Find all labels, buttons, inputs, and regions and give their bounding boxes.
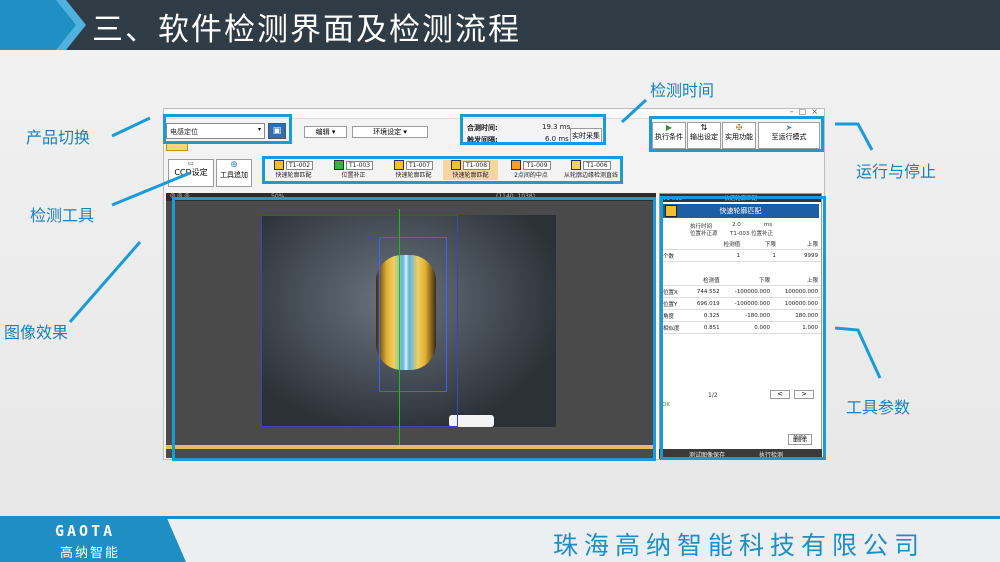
label-product-switch: 产品切换: [26, 128, 91, 147]
slide-footer: GAOTA 高纳智能 珠海高纳智能科技有限公司: [0, 516, 1000, 562]
label-detect-tool: 检测工具: [30, 206, 95, 225]
brand-name-cn: 高纳智能: [60, 546, 121, 561]
company-name: 珠海高纳智能科技有限公司: [553, 531, 926, 560]
annotation-lines: [68, 98, 882, 379]
label-tool-params: 工具参数: [846, 398, 911, 417]
label-detect-time: 检测时间: [650, 81, 715, 100]
label-run-stop: 运行与停止: [856, 162, 937, 181]
label-image-effect: 图像效果: [4, 323, 69, 342]
brand-logo: GAOTA: [55, 522, 116, 540]
